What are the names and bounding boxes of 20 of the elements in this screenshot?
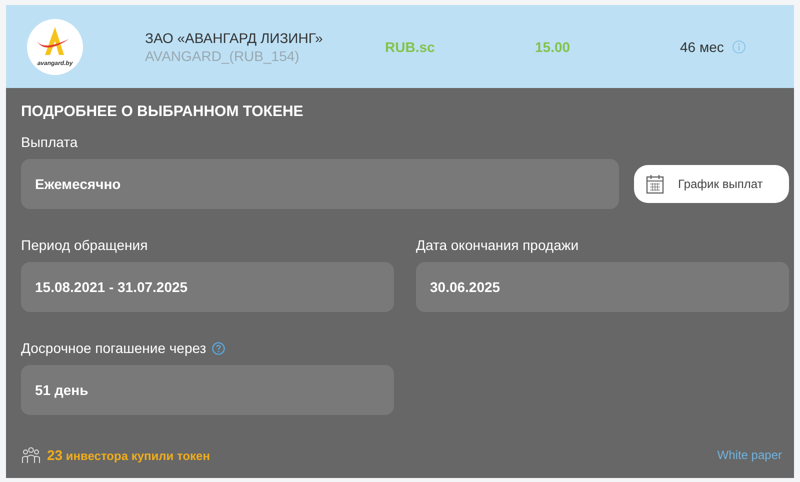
field-label: Досрочное погашение через	[21, 340, 206, 356]
field-value: 30.06.2025	[416, 262, 789, 312]
field-label: Выплата	[21, 134, 78, 150]
token-currency: RUB.sc	[385, 38, 435, 54]
field-value: Ежемесячно	[21, 159, 619, 209]
calendar-icon	[646, 174, 664, 194]
info-icon[interactable]	[732, 40, 746, 54]
section-title: ПОДРОБНЕЕ О ВЫБРАННОМ ТОКЕНЕ	[21, 103, 304, 120]
field-value: 51 день	[21, 365, 394, 415]
field-label: Период обращения	[21, 237, 148, 253]
payment-schedule-button[interactable]: График выплат	[634, 165, 789, 203]
term-value: 46 мес	[680, 38, 724, 54]
help-icon[interactable]	[212, 342, 226, 354]
field-label: Дата окончания продажи	[416, 237, 579, 253]
issuer-name: ЗАО «АВАНГАРД ЛИЗИНГ»	[145, 30, 324, 46]
interest-rate: 15.00	[535, 38, 570, 54]
investors-count-text: 23 инвестора купили токен	[47, 447, 210, 463]
investors-icon	[21, 446, 41, 464]
token-code: AVANGARD_(RUB_154)	[145, 48, 300, 64]
field-value: 15.08.2021 - 31.07.2025	[21, 262, 394, 312]
